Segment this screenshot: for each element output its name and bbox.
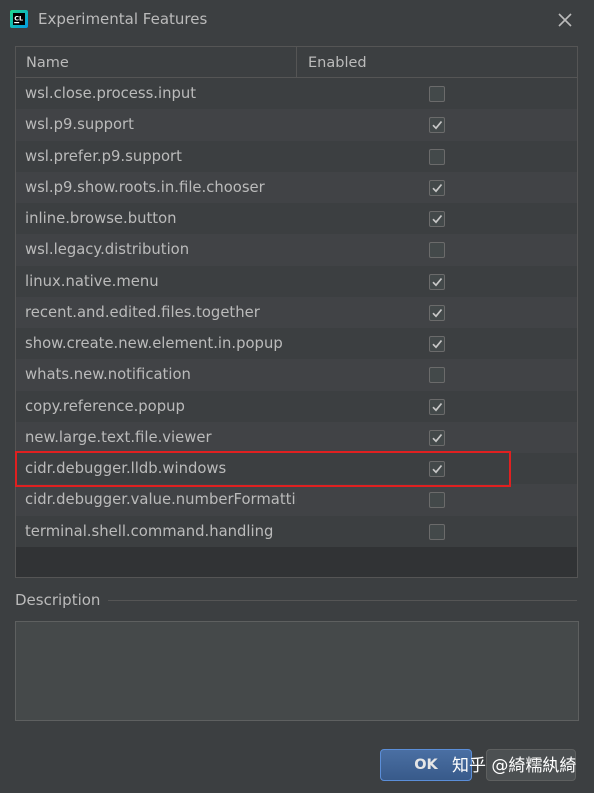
enabled-checkbox[interactable]: [429, 117, 445, 134]
checkmark-icon: [432, 214, 443, 224]
checkmark-icon: [432, 277, 443, 286]
table-row[interactable]: copy.reference.popup: [16, 390, 577, 422]
enabled-checkbox[interactable]: [429, 179, 445, 196]
window-title: Experimental Features: [38, 10, 208, 28]
enabled-checkbox[interactable]: [429, 211, 445, 227]
table-row[interactable]: recent.and.edited.files.together: [16, 296, 577, 328]
feature-name: terminal.shell.command.handling: [25, 522, 274, 540]
table-row[interactable]: wsl.p9.support: [16, 109, 577, 141]
table-row[interactable]: cidr.debugger.value.numberFormatting: [16, 484, 577, 516]
enabled-checkbox[interactable]: [429, 273, 445, 290]
enabled-checkbox[interactable]: [429, 148, 445, 165]
checkmark-icon: [432, 121, 443, 130]
table-row[interactable]: cidr.debugger.lldb.windows: [16, 453, 577, 485]
checkmark-icon: [432, 339, 443, 349]
feature-name: inline.browse.button: [25, 210, 177, 227]
table-row[interactable]: wsl.close.process.input: [16, 78, 577, 110]
enabled-checkbox[interactable]: [429, 86, 445, 102]
table-row[interactable]: wsl.p9.show.roots.in.file.chooser: [16, 171, 577, 203]
table-row[interactable]: wsl.prefer.p9.support: [16, 140, 577, 172]
table-row[interactable]: whats.new.notification: [16, 359, 577, 391]
table-row[interactable]: linux.native.menu: [16, 265, 577, 297]
watermark: 知乎 @綺糯紈綺: [452, 756, 577, 776]
checkmark-icon: [432, 402, 443, 411]
feature-name: recent.and.edited.files.together: [25, 303, 260, 321]
enabled-checkbox[interactable]: [429, 336, 445, 352]
feature-name: wsl.p9.show.roots.in.file.chooser: [25, 178, 265, 196]
svg-text:CL: CL: [14, 15, 23, 23]
enabled-checkbox[interactable]: [429, 242, 445, 259]
table-body: wsl.close.process.input wsl.p9.support wsl…: [16, 78, 577, 547]
feature-name: wsl.p9.support: [25, 116, 134, 134]
enabled-checkbox[interactable]: [429, 429, 445, 446]
close-icon: [558, 13, 572, 27]
column-header-name[interactable]: Name: [16, 47, 297, 77]
enabled-checkbox[interactable]: [429, 461, 445, 477]
checkmark-icon: [432, 308, 443, 318]
table-row[interactable]: terminal.shell.command.handling: [16, 515, 577, 547]
column-header-enabled[interactable]: Enabled: [297, 47, 579, 77]
title-bar: CL Experimental Features: [0, 0, 594, 40]
table-row[interactable]: new.large.text.file.viewer: [16, 421, 577, 453]
enabled-checkbox[interactable]: [429, 304, 445, 321]
enabled-checkbox[interactable]: [429, 492, 445, 509]
feature-name: wsl.legacy.distribution: [25, 241, 190, 259]
enabled-checkbox[interactable]: [429, 523, 445, 540]
table-row[interactable]: show.create.new.element.in.popup: [16, 328, 577, 360]
description-label: Description: [15, 590, 109, 610]
enabled-checkbox[interactable]: [429, 398, 445, 415]
table-row[interactable]: inline.browse.button: [16, 203, 577, 235]
feature-name: linux.native.menu: [25, 272, 159, 290]
clion-icon: CL: [10, 10, 28, 28]
table-header: Name Enabled: [16, 47, 577, 78]
feature-name: whats.new.notification: [25, 366, 191, 384]
feature-name: new.large.text.file.viewer: [25, 428, 212, 446]
feature-name: cidr.debugger.value.numberFormatting: [25, 491, 297, 509]
feature-name: wsl.prefer.p9.support: [25, 147, 182, 165]
feature-name: cidr.debugger.lldb.windows: [25, 460, 227, 477]
close-button[interactable]: [551, 6, 579, 34]
table-row[interactable]: wsl.legacy.distribution: [16, 234, 577, 266]
features-table: Name Enabled wsl.close.process.input wsl.…: [15, 46, 578, 578]
feature-name: copy.reference.popup: [25, 397, 185, 415]
feature-name: wsl.close.process.input: [25, 85, 197, 102]
feature-name: show.create.new.element.in.popup: [25, 335, 283, 352]
enabled-checkbox[interactable]: [429, 367, 445, 384]
description-area: [15, 621, 579, 721]
checkmark-icon: [432, 464, 443, 474]
checkmark-icon: [432, 183, 443, 193]
checkmark-icon: [432, 433, 443, 443]
